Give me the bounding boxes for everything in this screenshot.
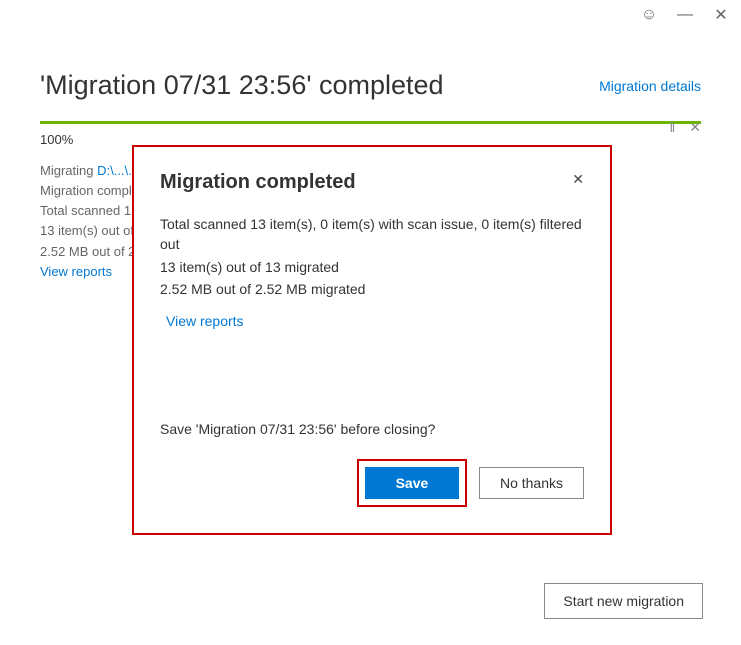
save-button-highlight: Save (357, 459, 467, 507)
dialog-save-question: Save 'Migration 07/31 23:56' before clos… (160, 421, 584, 437)
dialog-close-button[interactable]: ✕ (572, 171, 584, 188)
feedback-smile-icon[interactable]: ☺ (639, 6, 659, 24)
progress-section: ‖ ✕ 100% (0, 121, 741, 147)
migration-details-link[interactable]: Migration details (599, 78, 701, 94)
progress-close-icon[interactable]: ✕ (689, 119, 701, 136)
dialog-summary-line: 2.52 MB out of 2.52 MB migrated (160, 279, 584, 299)
migrating-label: Migrating (40, 163, 93, 178)
dialog-summary-line: Total scanned 13 item(s), 0 item(s) with… (160, 214, 584, 255)
progress-bar (40, 121, 701, 124)
page-header: 'Migration 07/31 23:56' completed Migrat… (0, 30, 741, 121)
footer: Start new migration (544, 583, 703, 619)
dialog-body: Total scanned 13 item(s), 0 item(s) with… (160, 214, 584, 331)
dialog-summary-line: 13 item(s) out of 13 migrated (160, 257, 584, 277)
window-titlebar: ☺ — ✕ (0, 0, 741, 30)
window-close-icon[interactable]: ✕ (711, 5, 731, 25)
pause-icon[interactable]: ‖ (669, 119, 675, 136)
dialog-title: Migration completed (160, 171, 356, 194)
dialog-view-reports-link[interactable]: View reports (166, 311, 244, 331)
page-title: 'Migration 07/31 23:56' completed (40, 70, 444, 101)
dialog-button-row: Save No thanks (160, 459, 584, 507)
start-new-migration-button[interactable]: Start new migration (544, 583, 703, 619)
no-thanks-button[interactable]: No thanks (479, 467, 584, 499)
progress-bar-fill (40, 121, 701, 124)
migration-completed-dialog: Migration completed ✕ Total scanned 13 i… (132, 145, 612, 535)
progress-controls: ‖ ✕ (669, 119, 701, 136)
minimize-icon[interactable]: — (675, 6, 695, 24)
migrating-path[interactable]: D:\...\.. (97, 163, 135, 178)
save-button[interactable]: Save (365, 467, 459, 499)
